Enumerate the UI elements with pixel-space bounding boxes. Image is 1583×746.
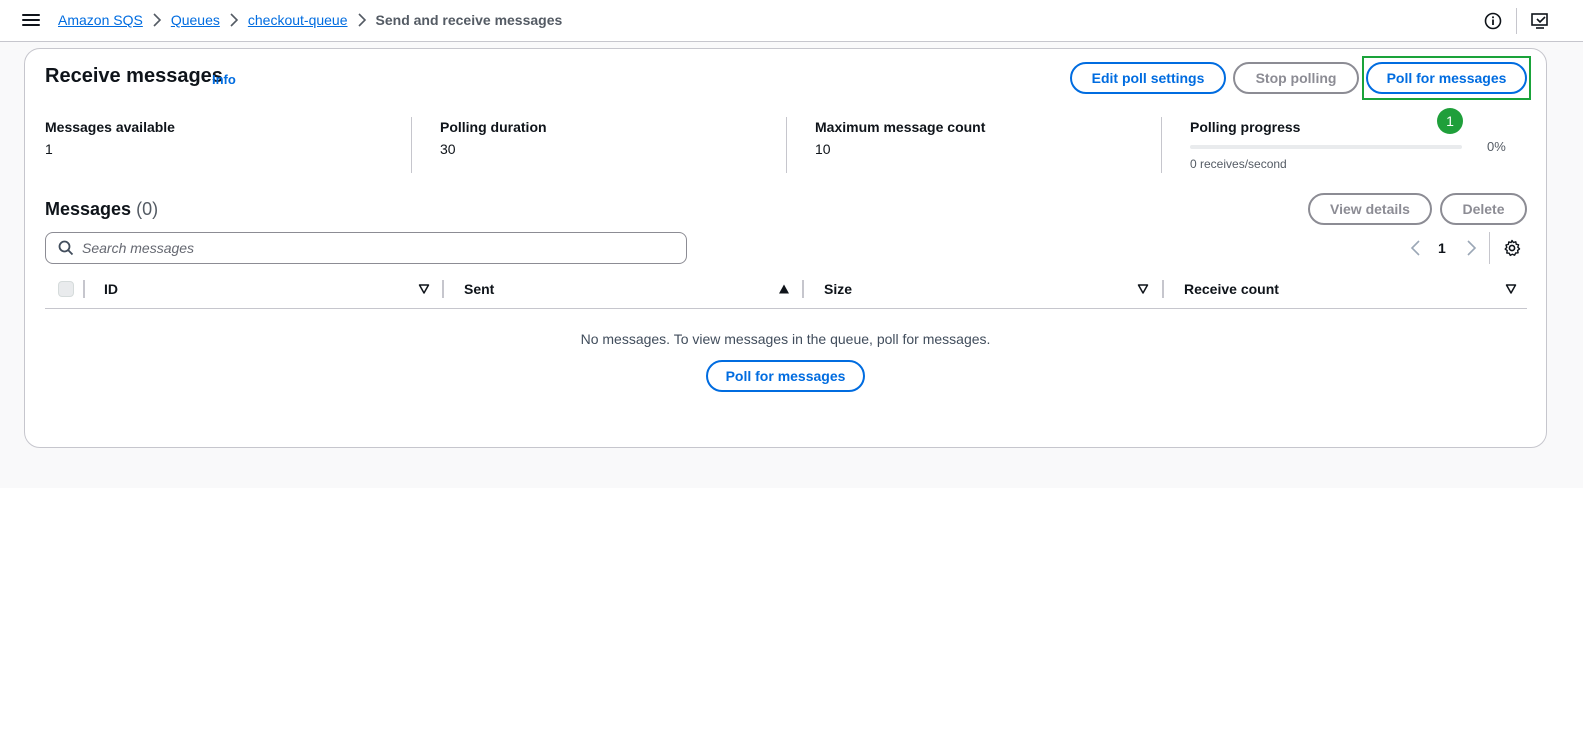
column-separator (83, 280, 85, 298)
step-badge: 1 (1437, 108, 1463, 134)
menu-icon[interactable] (22, 12, 40, 30)
polling-progress-bar (1190, 145, 1462, 149)
receive-messages-panel: Receive messages Info Edit poll settings… (24, 48, 1547, 448)
breadcrumb-queues[interactable]: Queues (171, 12, 220, 28)
pagination-page[interactable]: 1 (1438, 240, 1446, 256)
search-input[interactable] (82, 240, 672, 256)
feedback-icon[interactable] (1530, 11, 1550, 31)
stat-value: 10 (815, 141, 831, 157)
info-circle-icon[interactable] (1483, 11, 1503, 31)
empty-state-poll-button[interactable]: Poll for messages (706, 360, 865, 392)
search-box[interactable] (45, 232, 687, 264)
toolbar-divider (1516, 8, 1517, 34)
view-details-button[interactable]: View details (1308, 193, 1432, 225)
column-header-receive-count[interactable]: Receive count (1184, 281, 1279, 297)
progress-percent: 0% (1487, 139, 1506, 154)
breadcrumb-current: Send and receive messages (375, 12, 563, 28)
empty-state-text: No messages. To view messages in the que… (580, 331, 991, 347)
sort-down-icon[interactable] (418, 283, 430, 295)
chevron-right-icon (143, 13, 171, 27)
sort-up-icon[interactable] (778, 283, 790, 295)
messages-title: Messages (45, 199, 132, 219)
select-all-checkbox[interactable] (58, 281, 74, 297)
column-separator (802, 280, 804, 298)
stat-divider (1161, 117, 1162, 173)
stat-divider (411, 117, 412, 173)
poll-for-messages-button[interactable]: Poll for messages (1366, 62, 1527, 94)
stat-max-message-count: Maximum message count 10 (815, 119, 985, 157)
pager-divider (1489, 232, 1490, 264)
stat-label: Polling progress (1190, 119, 1301, 135)
stat-value: 1 (45, 141, 53, 157)
stop-polling-button[interactable]: Stop polling (1233, 62, 1359, 94)
chevron-right-icon[interactable] (1463, 239, 1479, 257)
stat-polling-progress: Polling progress (1190, 119, 1300, 135)
stat-label: Maximum message count (815, 119, 986, 135)
gear-icon[interactable] (1503, 239, 1521, 257)
sort-down-icon[interactable] (1505, 283, 1517, 295)
panel-title: Receive messages (45, 65, 223, 87)
search-icon (58, 240, 74, 256)
breadcrumb-checkout-queue[interactable]: checkout-queue (248, 12, 348, 28)
edit-poll-settings-button[interactable]: Edit poll settings (1070, 62, 1226, 94)
chevron-right-icon (220, 13, 248, 27)
progress-rate: 0 receives/second (1190, 157, 1287, 171)
messages-table-header: ID Sent Size Receive count (45, 277, 1527, 309)
chevron-right-icon (348, 13, 376, 27)
stat-value: 30 (440, 141, 456, 157)
sort-down-icon[interactable] (1137, 283, 1149, 295)
info-link[interactable]: Info (212, 72, 236, 87)
column-separator (442, 280, 444, 298)
delete-button[interactable]: Delete (1440, 193, 1527, 225)
stat-label: Polling duration (440, 119, 547, 135)
column-header-size[interactable]: Size (824, 281, 852, 297)
top-navigation-bar: Amazon SQS Queues checkout-queue Send an… (0, 0, 1583, 42)
column-header-id[interactable]: ID (104, 281, 118, 297)
stat-divider (786, 117, 787, 173)
breadcrumb: Amazon SQS Queues checkout-queue Send an… (58, 12, 562, 28)
column-header-sent[interactable]: Sent (464, 281, 494, 297)
stat-label: Messages available (45, 119, 175, 135)
breadcrumb-amazon-sqs[interactable]: Amazon SQS (58, 12, 143, 28)
chevron-left-icon[interactable] (1408, 239, 1424, 257)
column-separator (1162, 280, 1164, 298)
messages-heading: Messages (0) (45, 199, 158, 220)
stat-polling-duration: Polling duration 30 (440, 119, 547, 157)
stat-messages-available: Messages available 1 (45, 119, 175, 157)
messages-count: (0) (136, 199, 159, 219)
